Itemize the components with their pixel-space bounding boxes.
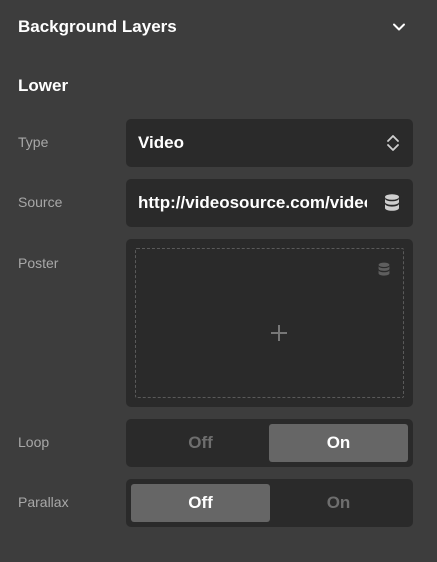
parallax-toggle: Off On: [126, 479, 413, 527]
source-field: [126, 179, 413, 227]
loop-toggle: Off On: [126, 419, 413, 467]
section-title-lower: Lower: [18, 76, 69, 95]
background-layers-panel: Background Layers Lower Type Video Sourc…: [0, 0, 437, 562]
parallax-on-option[interactable]: On: [269, 484, 408, 522]
type-select[interactable]: Video: [126, 119, 413, 167]
chevron-down-icon[interactable]: [391, 19, 407, 35]
source-input[interactable]: [138, 188, 367, 218]
loop-off-option[interactable]: Off: [131, 424, 270, 462]
select-arrows-icon: [386, 134, 400, 152]
poster-label: Poster: [18, 255, 59, 271]
database-icon[interactable]: [377, 261, 391, 278]
poster-dropzone[interactable]: [135, 248, 404, 398]
plus-icon[interactable]: [269, 323, 289, 343]
database-icon[interactable]: [383, 193, 401, 213]
poster-field: [126, 239, 413, 407]
source-label: Source: [18, 194, 63, 210]
loop-on-option[interactable]: On: [269, 424, 408, 462]
type-label: Type: [18, 134, 49, 150]
loop-label: Loop: [18, 434, 50, 450]
parallax-off-option[interactable]: Off: [131, 484, 270, 522]
background-layers-header[interactable]: Background Layers: [0, 0, 437, 54]
parallax-label: Parallax: [18, 494, 69, 510]
type-select-value: Video: [138, 133, 184, 152]
panel-title: Background Layers: [18, 17, 177, 36]
